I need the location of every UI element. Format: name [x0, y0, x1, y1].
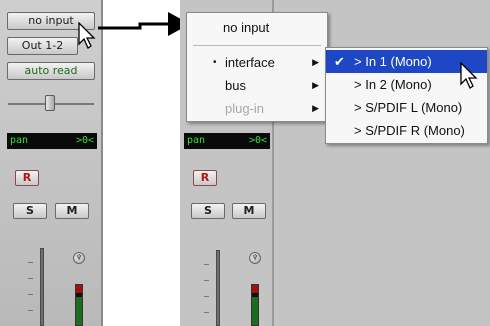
solo-button[interactable]: S [191, 203, 225, 219]
submenu-arrow-icon: ▶ [312, 80, 319, 90]
submenu-arrow-icon: ▶ [312, 57, 319, 67]
menu-item-interface[interactable]: • interface ▶ [187, 51, 327, 74]
submenu-item-spdif-l-mono[interactable]: > S/PDIF L (Mono) [326, 96, 487, 119]
fader-scale-tick [204, 296, 209, 297]
record-enable-button[interactable]: R [193, 170, 217, 186]
volume-fader-slot[interactable] [216, 250, 220, 326]
checkmark-icon: ✔ [334, 54, 345, 69]
meter-level [252, 297, 258, 325]
fader-scale-tick [204, 280, 209, 281]
screenshot-stage: no input Out 1-2 auto read pan >0< R S M… [0, 0, 490, 326]
level-meter [251, 284, 259, 326]
pan-label: pan [187, 135, 206, 146]
fader-scale-tick [204, 312, 209, 313]
pointer-cursor-icon [460, 62, 478, 89]
fader-scale-tick [204, 264, 209, 265]
menu-title-no-input[interactable]: no input [187, 16, 327, 39]
menu-item-bus[interactable]: bus ▶ [187, 74, 327, 97]
pan-value: >0< [248, 135, 267, 146]
menu-item-plug-in: plug-in ▶ [187, 97, 327, 120]
current-selection-bullet-icon: • [213, 57, 217, 68]
submenu-item-spdif-r-mono[interactable]: > S/PDIF R (Mono) [326, 119, 487, 142]
input-popup-menu: no input • interface ▶ bus ▶ plug-in ▶ [186, 12, 328, 122]
mute-button[interactable]: M [232, 203, 266, 219]
submenu-arrow-icon: ▶ [312, 103, 319, 113]
pan-display[interactable]: pan >0< [184, 133, 270, 149]
pan-knob-icon[interactable]: ♆ [249, 252, 261, 264]
menu-separator [193, 45, 321, 46]
meter-clip-indicator [252, 285, 258, 293]
